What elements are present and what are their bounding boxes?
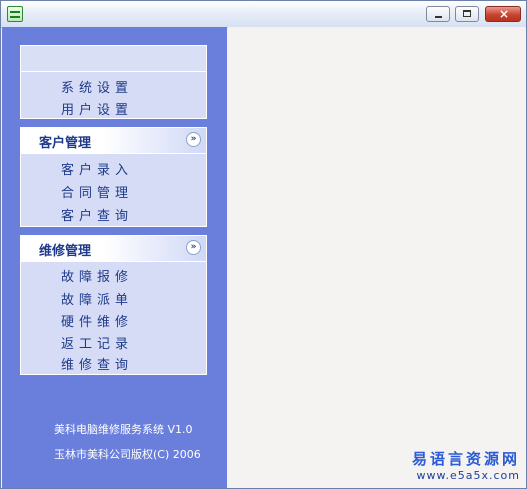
collapse-chevron-icon[interactable]: » xyxy=(186,240,201,255)
maximize-button[interactable] xyxy=(455,6,479,22)
product-name: 美科电脑维修服务系统 V1.0 xyxy=(54,423,193,436)
maximize-icon xyxy=(463,10,471,17)
app-icon[interactable] xyxy=(7,6,23,22)
menu-item-customer-entry[interactable]: 客户录入 xyxy=(61,159,133,178)
watermark-url: www.e5a5x.com xyxy=(416,469,520,482)
repair-group-title: 维修管理 xyxy=(39,244,92,259)
menu-item-fault-dispatch[interactable]: 故障派单 xyxy=(61,289,133,308)
app-window: × 系统设置 用户设置 客户管理 » 客户录入 合同管理 客户查询 维修管理 »… xyxy=(0,0,527,489)
repair-group: 维修管理 » 故障报修 故障派单 硬件维修 返工记录 维修查询 xyxy=(20,235,207,375)
close-icon: × xyxy=(499,7,510,21)
menu-item-hardware-repair[interactable]: 硬件维修 xyxy=(61,311,133,330)
menu-item-system-settings[interactable]: 系统设置 xyxy=(61,77,133,96)
customer-group-title: 客户管理 xyxy=(39,136,92,151)
collapse-chevron-icon[interactable]: » xyxy=(186,132,201,147)
watermark-title: 易语言资源网 xyxy=(411,450,520,468)
system-group: 系统设置 用户设置 xyxy=(20,45,207,119)
repair-group-header[interactable]: 维修管理 » xyxy=(21,236,206,262)
customer-group-header[interactable]: 客户管理 » xyxy=(21,128,206,154)
sidebar: 系统设置 用户设置 客户管理 » 客户录入 合同管理 客户查询 维修管理 » 故… xyxy=(2,27,227,488)
main-content-area: 易语言资源网 www.e5a5x.com xyxy=(228,27,526,488)
menu-item-user-settings[interactable]: 用户设置 xyxy=(61,99,133,118)
menu-item-customer-query[interactable]: 客户查询 xyxy=(61,205,133,224)
close-button[interactable]: × xyxy=(485,6,521,22)
title-bar[interactable]: × xyxy=(1,1,526,28)
minimize-icon xyxy=(435,16,442,18)
customer-group: 客户管理 » 客户录入 合同管理 客户查询 xyxy=(20,127,207,227)
menu-item-rework-record[interactable]: 返工记录 xyxy=(61,333,133,352)
menu-item-repair-query[interactable]: 维修查询 xyxy=(61,354,133,373)
menu-item-fault-report[interactable]: 故障报修 xyxy=(61,266,133,285)
watermark: 易语言资源网 www.e5a5x.com xyxy=(412,448,520,482)
system-group-header[interactable] xyxy=(21,46,206,72)
menu-item-contract-management[interactable]: 合同管理 xyxy=(61,182,133,201)
minimize-button[interactable] xyxy=(426,6,450,22)
copyright-text: 玉林市美科公司版权(C) 2006 xyxy=(54,448,201,461)
